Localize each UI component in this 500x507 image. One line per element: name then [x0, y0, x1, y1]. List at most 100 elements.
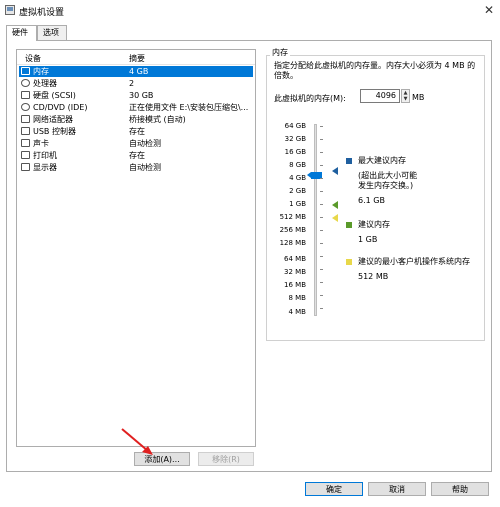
max-legend-note: (超出此大小可能 [358, 171, 418, 180]
memory-description: 指定分配给此虚拟机的内存量。内存大小必须为 4 MB 的倍数。 [274, 61, 476, 80]
slider-tick [320, 308, 323, 309]
title-bar: 虚拟机设置 ✕ [0, 0, 500, 22]
recommended-marker [332, 201, 338, 209]
memory-slider-track[interactable] [314, 124, 317, 316]
vm-settings-window: 虚拟机设置 ✕ 硬件 选项 设备 摘要 内存 4 GB 处理器 2 硬盘 (SC… [0, 0, 500, 507]
device-list[interactable]: 设备 摘要 内存 4 GB 处理器 2 硬盘 (SCSI) 30 GB CD/D… [16, 49, 256, 447]
device-name: 显示器 [33, 163, 57, 172]
max-recommended-marker [332, 167, 338, 175]
slider-tick [320, 152, 323, 153]
memory-spinner[interactable]: ▲ ▼ [401, 89, 410, 103]
max-legend-note: 发生内存交换。) [358, 181, 414, 190]
device-name: 硬盘 (SCSI) [33, 91, 76, 100]
slider-tick [320, 126, 323, 127]
slider-tick [320, 269, 323, 270]
slider-tick [320, 230, 323, 231]
device-row-memory[interactable]: 内存 4 GB [19, 66, 253, 77]
scale-label: 8 GB [289, 161, 306, 169]
slider-tick [320, 243, 323, 244]
slider-tick [320, 165, 323, 166]
scale-label: 128 MB [279, 239, 306, 247]
remove-button[interactable]: 移除(R) [198, 452, 254, 466]
min-guest-legend-title: 建议的最小客户机操作系统内存 [358, 257, 470, 266]
device-name: 声卡 [33, 139, 49, 148]
vmware-icon [5, 5, 15, 15]
scale-label: 4 GB [289, 174, 306, 182]
device-summary: 正在使用文件 E:\安装包压缩包\... [129, 103, 249, 112]
recommended-legend-icon [346, 222, 352, 228]
max-legend-title: 最大建议内存 [358, 156, 406, 165]
scale-label: 16 GB [284, 148, 306, 156]
slider-tick [320, 217, 323, 218]
device-summary: 存在 [129, 127, 145, 136]
device-summary: 存在 [129, 151, 145, 160]
slider-tick [320, 139, 323, 140]
close-icon[interactable]: ✕ [484, 3, 494, 17]
device-name: USB 控制器 [33, 127, 76, 136]
scale-label: 256 MB [279, 226, 306, 234]
scale-label: 1 GB [289, 200, 306, 208]
sound-card-icon [21, 139, 30, 147]
recommended-legend-title: 建议内存 [358, 220, 390, 229]
device-row-processor[interactable]: 处理器 2 [19, 78, 253, 89]
usb-icon [21, 127, 30, 135]
ok-button[interactable]: 确定 [305, 482, 363, 496]
max-legend-value: 6.1 GB [358, 196, 385, 205]
printer-icon [21, 151, 30, 159]
scale-label: 2 GB [289, 187, 306, 195]
device-name: CD/DVD (IDE) [33, 103, 88, 112]
scale-label: 64 MB [284, 255, 306, 263]
min-guest-marker [332, 214, 338, 222]
memory-unit: MB [412, 93, 425, 102]
memory-input[interactable]: 4096 [360, 89, 400, 103]
column-header-summary[interactable]: 摘要 [129, 53, 145, 64]
annotation-arrow-icon [121, 428, 153, 455]
memory-group-title: 内存 [270, 47, 290, 58]
network-adapter-icon [21, 115, 30, 123]
cancel-button[interactable]: 取消 [368, 482, 426, 496]
window-title: 虚拟机设置 [19, 8, 65, 18]
scale-label: 32 MB [284, 268, 306, 276]
min-guest-legend-icon [346, 259, 352, 265]
device-row-sound-card[interactable]: 声卡 自动检测 [19, 138, 253, 149]
hard-disk-icon [21, 91, 30, 99]
device-name: 打印机 [33, 151, 57, 160]
spin-down-icon[interactable]: ▼ [402, 96, 409, 102]
recommended-legend-value: 1 GB [358, 235, 378, 244]
slider-tick [320, 282, 323, 283]
monitor-icon [21, 163, 30, 171]
memory-icon [21, 67, 30, 75]
scale-label: 64 GB [284, 122, 306, 130]
max-legend-icon [346, 158, 352, 164]
slider-tick [320, 178, 323, 179]
device-row-network-adapter[interactable]: 网络适配器 桥接模式 (自动) [19, 114, 253, 125]
device-name: 内存 [33, 67, 49, 76]
slider-tick [320, 295, 323, 296]
slider-tick [320, 256, 323, 257]
scale-label: 4 MB [288, 308, 306, 316]
min-guest-legend-value: 512 MB [358, 272, 389, 281]
device-summary: 桥接模式 (自动) [129, 115, 186, 124]
device-row-monitor[interactable]: 显示器 自动检测 [19, 162, 253, 173]
device-summary: 自动检测 [129, 163, 161, 172]
cpu-icon [21, 79, 30, 87]
scale-label: 32 GB [284, 135, 306, 143]
device-row-usb-controller[interactable]: USB 控制器 存在 [19, 126, 253, 137]
column-header-device[interactable]: 设备 [25, 53, 41, 64]
scale-label: 16 MB [284, 281, 306, 289]
device-row-printer[interactable]: 打印机 存在 [19, 150, 253, 161]
slider-tick [320, 204, 323, 205]
help-button[interactable]: 帮助 [431, 482, 489, 496]
tab-hardware[interactable]: 硬件 [6, 25, 37, 41]
device-summary: 4 GB [129, 67, 149, 76]
device-summary: 自动检测 [129, 139, 161, 148]
device-summary: 30 GB [129, 91, 154, 100]
device-row-cd-dvd[interactable]: CD/DVD (IDE) 正在使用文件 E:\安装包压缩包\... [19, 102, 253, 113]
device-name: 网络适配器 [33, 115, 73, 124]
device-list-header: 设备 摘要 [17, 50, 255, 65]
device-row-hard-disk[interactable]: 硬盘 (SCSI) 30 GB [19, 90, 253, 101]
scale-label: 8 MB [288, 294, 306, 302]
memory-field-label: 此虚拟机的内存(M): [274, 94, 346, 103]
slider-tick [320, 191, 323, 192]
tab-options[interactable]: 选项 [37, 25, 67, 40]
